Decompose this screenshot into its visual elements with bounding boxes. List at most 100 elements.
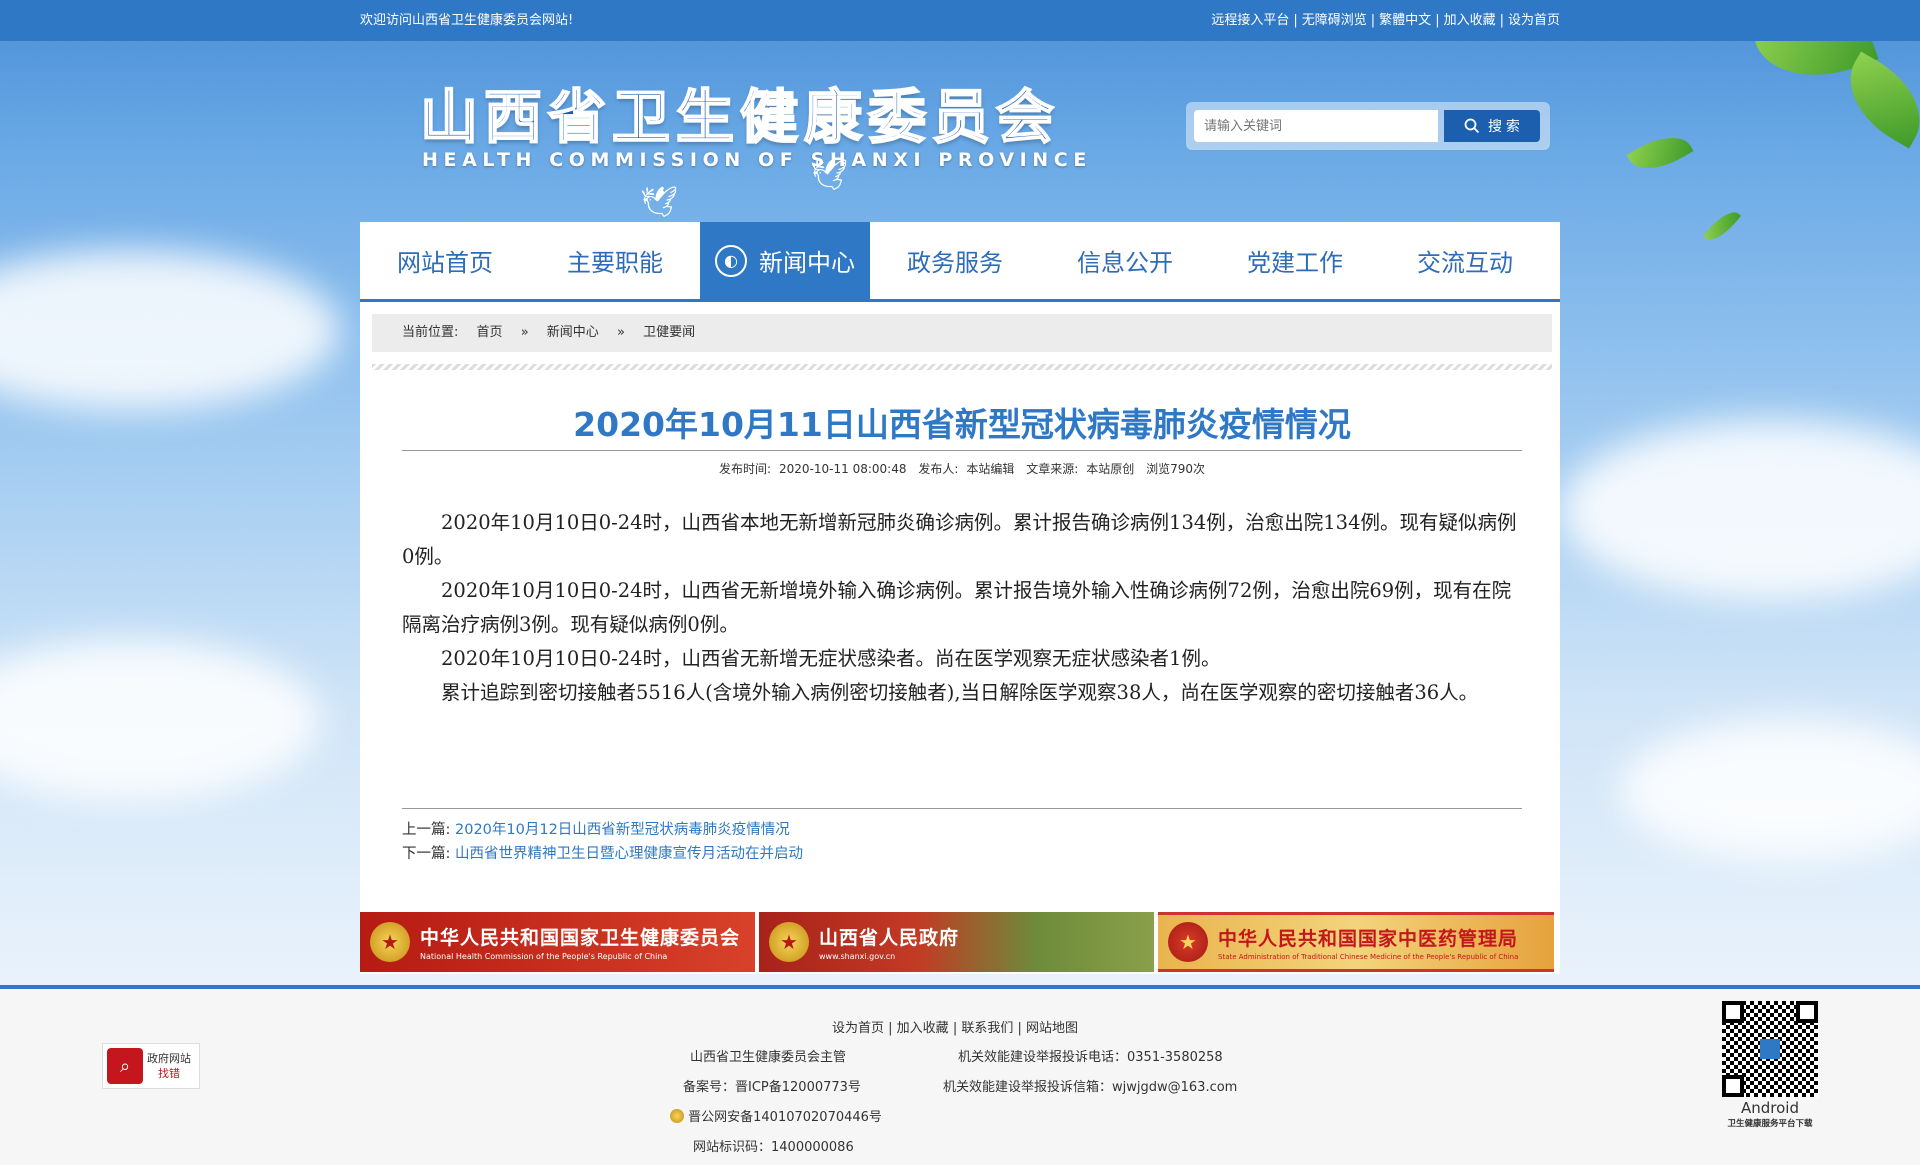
title-divider (402, 450, 1522, 451)
globe-icon: ◐ (715, 244, 747, 277)
banner-subtitle: www.shanxi.gov.cn (819, 952, 896, 961)
top-link-favorite[interactable]: 加入收藏 (1444, 13, 1496, 28)
top-links: 远程接入平台 | 无障碍浏览 | 繁體中文 | 加入收藏 | 设为首页 (1211, 13, 1560, 28)
footer-links: 设为首页 | 加入收藏 | 联系我们 | 网站地图 (832, 1021, 1079, 1036)
nav-item-interaction[interactable]: 交流互动 (1380, 222, 1550, 299)
footer-link-homepage[interactable]: 设为首页 (832, 1021, 884, 1036)
banner-title: 中华人民共和国国家卫生健康委员会 (420, 927, 741, 949)
nav-label: 信息公开 (1077, 249, 1173, 277)
next-label: 下一篇: (402, 846, 451, 862)
breadcrumb-separator: » (616, 325, 625, 340)
source: 本站原创 (1086, 462, 1135, 476)
article-paragraph: 2020年10月10日0-24时，山西省无新增无症状感染者。尚在医学观察无症状感… (441, 647, 1221, 670)
dove-icon: 🕊 (810, 158, 849, 193)
footer-sponsor: 山西省卫生健康委员会主管 (690, 1050, 847, 1065)
dove-icon: 🕊 (640, 185, 679, 220)
article-meta: 发布时间: 2020-10-11 08:00:48 发布人: 本站编辑 文章来源: 本… (402, 460, 1522, 477)
national-emblem-icon: ★ (1168, 922, 1208, 962)
cloud-decoration (0, 640, 320, 800)
police-badge-icon (670, 1109, 684, 1123)
qr-code (1722, 1001, 1818, 1097)
nav-item-disclosure[interactable]: 信息公开 (1040, 222, 1210, 299)
search-icon (1464, 118, 1480, 134)
qr-code-block: Android 卫生健康服务平台下载 (1718, 1001, 1822, 1141)
nav-item-services[interactable]: 政务服务 (870, 222, 1040, 299)
source-label: 文章来源: (1026, 462, 1079, 476)
banner-title: 中华人民共和国国家中医药管理局 (1218, 927, 1519, 950)
footer-complaint-email: 机关效能建设举报投诉信箱：wjwjgdw@163.com (943, 1080, 1238, 1095)
banner-title: 山西省人民政府 (819, 927, 960, 949)
nav-label: 网站首页 (397, 249, 493, 277)
qr-android-label: Android (1741, 1099, 1799, 1117)
search-input[interactable] (1194, 110, 1438, 142)
next-article: 下一篇: 山西省世界精神卫生日暨心理健康宣传月活动在并启动 (402, 842, 803, 863)
welcome-text: 欢迎访问山西省卫生健康委员会网站! (360, 13, 574, 28)
search-button[interactable]: 搜 索 (1444, 110, 1540, 142)
breadcrumb-news[interactable]: 新闻中心 (547, 325, 599, 340)
search-box: 搜 索 (1186, 102, 1550, 150)
top-bar: 欢迎访问山西省卫生健康委员会网站! 远程接入平台 | 无障碍浏览 | 繁體中文 | 加入收藏… (0, 0, 1920, 41)
leaf-decoration (1626, 125, 1694, 181)
publish-time-label: 发布时间: (718, 462, 772, 476)
nav-item-home[interactable]: 网站首页 (360, 222, 530, 299)
breadcrumb-separator: » (520, 325, 529, 340)
cloud-decoration (0, 250, 340, 410)
prev-article-link[interactable]: 2020年10月12日山西省新型冠状病毒肺炎疫情情况 (455, 822, 790, 838)
footer: ⌕ 政府网站 找错 设为首页 | 加入收藏 | 联系我们 | 网站地图 山西省卫… (0, 985, 1920, 1165)
breadcrumb-current[interactable]: 卫健要闻 (643, 325, 695, 340)
footer-icp[interactable]: 备案号：晋ICP备12000773号 (683, 1076, 861, 1095)
banner-shanxi-gov[interactable]: ★ 山西省人民政府 www.shanxi.gov.cn (759, 912, 1154, 972)
article-paragraph: 2020年10月10日0-24时，山西省无新增境外输入确诊病例。累计报告境外输入… (402, 579, 1512, 636)
nav-label: 政务服务 (907, 249, 1003, 277)
nav-label: 党建工作 (1247, 249, 1343, 277)
next-article-link[interactable]: 山西省世界精神卫生日暨心理健康宣传月活动在并启动 (455, 846, 803, 862)
view-count: 浏览790次 (1146, 462, 1205, 476)
search-button-label: 搜 索 (1488, 118, 1520, 134)
article-title: 2020年10月11日山西省新型冠状病毒肺炎疫情情况 (573, 405, 1351, 444)
footer-site-id: 网站标识码：1400000086 (693, 1140, 854, 1155)
banner-nhc[interactable]: ★ 中华人民共和国国家卫生健康委员会 National Health Commi… (360, 912, 755, 972)
nav-label: 新闻中心 (759, 249, 855, 277)
leaf-decoration (1703, 205, 1741, 247)
top-link-remote[interactable]: 远程接入平台 (1211, 13, 1289, 28)
gov-error-badge[interactable]: ⌕ 政府网站 找错 (102, 1043, 200, 1089)
footer-police-record[interactable]: 晋公网安备14010702070446号 (670, 1106, 882, 1125)
banner-tcm[interactable]: ★ 中华人民共和国国家中医药管理局 State Administration o… (1158, 912, 1554, 972)
publisher-label: 发布人: (918, 462, 959, 476)
article-paragraph: 2020年10月10日0-24时，山西省本地无新增新冠肺炎确诊病例。累计报告确诊… (402, 511, 1517, 568)
top-link-accessibility[interactable]: 无障碍浏览 (1302, 13, 1367, 28)
nav-item-news[interactable]: ◐ 新闻中心 (700, 222, 870, 299)
nav-item-functions[interactable]: 主要职能 (530, 222, 700, 299)
footer-link-sitemap[interactable]: 网站地图 (1026, 1021, 1078, 1036)
main-container: 网站首页 主要职能 ◐ 新闻中心 政务服务 信息公开 党建工作 交流互动 当前位置… (360, 222, 1560, 974)
national-emblem-icon: ★ (370, 922, 410, 962)
content-divider (402, 808, 1522, 809)
site-logo-cn[interactable]: 山西省卫生健康委员会 (419, 70, 1060, 154)
badge-top-text: 政府网站 (147, 1052, 191, 1065)
qr-sub-label: 卫生健康服务平台下载 (1727, 1119, 1813, 1129)
article-paragraph: 累计追踪到密切接触者5516人(含境外输入病例密切接触者),当日解除医学观察38… (441, 681, 1479, 704)
breadcrumb: 当前位置: 首页 » 新闻中心 » 卫健要闻 (372, 314, 1552, 352)
top-link-homepage[interactable]: 设为首页 (1508, 13, 1560, 28)
publish-time: 2020-10-11 08:00:48 (779, 462, 907, 476)
site-logo-en: HEALTH COMMISSION OF SHANXI PROVINCE (422, 149, 1092, 171)
footer-link-contact[interactable]: 联系我们 (961, 1021, 1013, 1036)
cloud-decoration (1560, 420, 1920, 600)
divider-stripe (372, 364, 1552, 370)
article-content: 2020年10月10日0-24时，山西省本地无新增新冠肺炎确诊病例。累计报告确诊… (402, 506, 1522, 710)
footer-complaint-phone: 机关效能建设举报投诉电话：0351-3580258 (958, 1050, 1223, 1065)
banner-subtitle: National Health Commission of the People… (420, 952, 668, 961)
breadcrumb-home[interactable]: 首页 (477, 325, 503, 340)
banner-subtitle: State Administration of Traditional Chin… (1218, 952, 1519, 961)
nav-item-party[interactable]: 党建工作 (1210, 222, 1380, 299)
national-emblem-icon: ★ (769, 922, 809, 962)
top-link-traditional[interactable]: 繁體中文 (1379, 13, 1431, 28)
nav-label: 交流互动 (1417, 249, 1513, 277)
breadcrumb-label: 当前位置: (402, 325, 459, 340)
nav-label: 主要职能 (567, 249, 663, 277)
publisher: 本站编辑 (966, 462, 1015, 476)
badge-bottom-text: 找错 (158, 1067, 180, 1080)
magnifier-icon: ⌕ (107, 1048, 143, 1084)
prev-article: 上一篇: 2020年10月12日山西省新型冠状病毒肺炎疫情情况 (402, 818, 790, 839)
footer-link-favorite[interactable]: 加入收藏 (897, 1021, 949, 1036)
